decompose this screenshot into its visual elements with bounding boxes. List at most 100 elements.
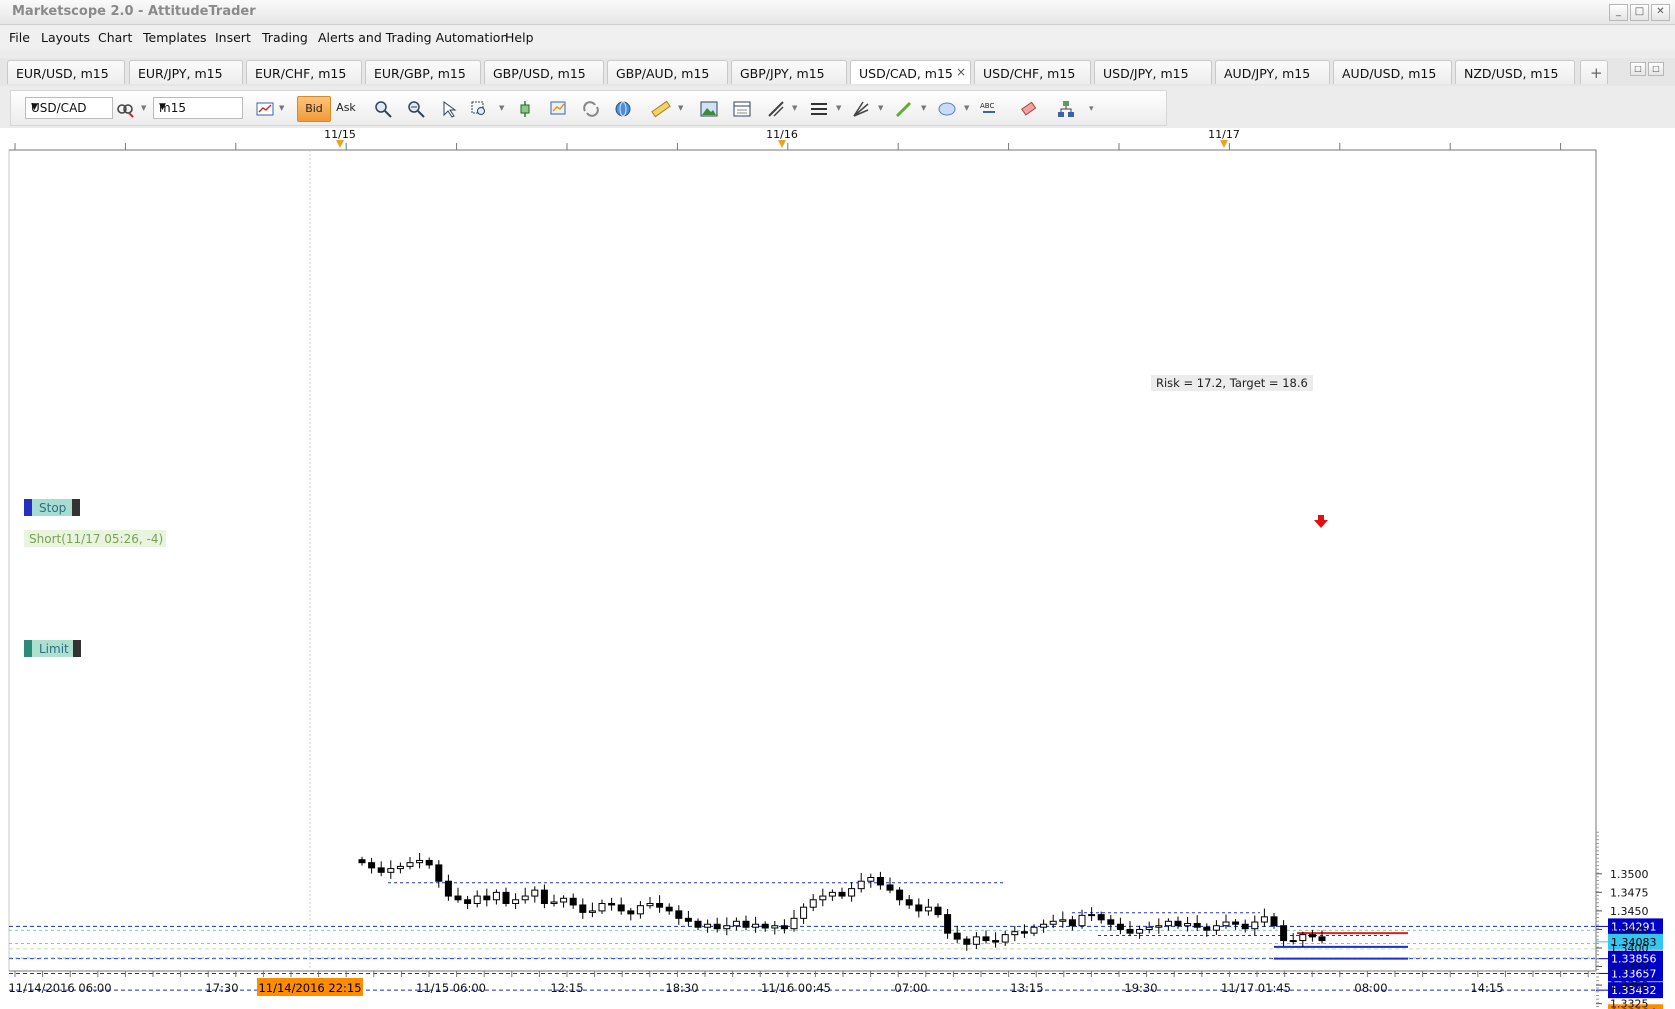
- tab-gbpusd[interactable]: GBP/USD, m15: [484, 60, 604, 84]
- tab-eurgbp[interactable]: EUR/GBP, m15: [365, 60, 481, 84]
- position-label[interactable]: Short(11/17 05:26, -4): [24, 530, 166, 547]
- candle-body: [675, 910, 683, 919]
- candle-body: [396, 865, 404, 870]
- limit-order-label[interactable]: Limit: [24, 640, 81, 657]
- dropdown-arrow-icon[interactable]: ▼: [499, 104, 504, 112]
- candle-body: [848, 888, 856, 897]
- ellipse-icon[interactable]: [937, 99, 957, 119]
- indicators-icon[interactable]: [515, 99, 535, 119]
- stop-label-text: Stop: [39, 501, 66, 515]
- candle-body: [550, 901, 558, 904]
- menu-insert[interactable]: Insert: [215, 30, 251, 45]
- dropdown-arrow-icon[interactable]: ▼: [792, 104, 797, 112]
- timeframe-select[interactable]: m15 ▼: [153, 97, 243, 119]
- menu-help[interactable]: Help: [505, 30, 534, 45]
- lines-icon[interactable]: [809, 99, 829, 119]
- ruler-icon[interactable]: [651, 99, 671, 119]
- candle-body: [857, 880, 865, 890]
- x-tick-label: 19:30: [1124, 981, 1157, 995]
- maximize-button[interactable]: □: [1630, 4, 1649, 21]
- candle-body: [1299, 934, 1307, 942]
- tab-gbpjpy[interactable]: GBP/JPY, m15: [731, 60, 847, 84]
- add-tab-button[interactable]: +: [1580, 60, 1608, 84]
- stop-label-handle[interactable]: [24, 499, 32, 516]
- tab-label: EUR/USD, m15: [16, 66, 109, 81]
- price-chart[interactable]: 11/15 11/16 11/17 1.34291 1.34083 1.33856 1…: [0, 128, 1675, 1009]
- text-icon[interactable]: ABC: [979, 99, 999, 119]
- candle-body: [1164, 920, 1172, 927]
- date-marker-arrow-icon: [1220, 140, 1228, 148]
- image-icon[interactable]: [699, 99, 719, 119]
- zoom-out-icon[interactable]: [406, 99, 426, 119]
- stop-label-grip[interactable]: [72, 499, 80, 516]
- ask-button[interactable]: Ask: [329, 96, 363, 122]
- tab-audusd[interactable]: AUD/USD, m15: [1333, 60, 1452, 84]
- menu-trading[interactable]: Trading: [262, 30, 308, 45]
- maximize-chart-button[interactable]: □: [1648, 62, 1664, 76]
- y-tick-label: 1.3350: [1610, 979, 1649, 992]
- globe-icon[interactable]: [613, 99, 633, 119]
- dropdown-arrow-icon[interactable]: ▼: [836, 104, 841, 112]
- stop-order-label[interactable]: Stop: [24, 499, 80, 516]
- candle-body: [790, 917, 798, 930]
- candle-body: [1088, 914, 1096, 917]
- tab-eurchf[interactable]: EUR/CHF, m15: [246, 60, 362, 84]
- restore-chart-button[interactable]: □: [1630, 62, 1646, 76]
- candle-body: [876, 877, 884, 886]
- dropdown-arrow-icon[interactable]: ▼: [964, 104, 969, 112]
- chart-type-icon[interactable]: [255, 99, 275, 119]
- candle-body: [1001, 934, 1009, 943]
- x-tick-label: 14:15: [1470, 981, 1503, 995]
- zoom-area-icon[interactable]: [470, 99, 490, 119]
- close-button[interactable]: ✕: [1651, 4, 1670, 21]
- limit-label-handle[interactable]: [24, 640, 32, 657]
- dropdown-arrow-icon[interactable]: ▼: [279, 104, 284, 112]
- tab-usdcad[interactable]: USD/CAD, m15 ×: [850, 60, 971, 84]
- dropdown-arrow-icon[interactable]: ▼: [141, 104, 146, 112]
- tab-nzdusd[interactable]: NZD/USD, m15: [1455, 60, 1575, 84]
- tab-eurusd[interactable]: EUR/USD, m15: [7, 60, 125, 84]
- zoom-in-icon[interactable]: [373, 99, 393, 119]
- fibonacci-icon[interactable]: [851, 99, 871, 119]
- link-icon[interactable]: [581, 99, 601, 119]
- dropdown-arrow-icon[interactable]: ▼: [678, 104, 683, 112]
- tab-eurjpy[interactable]: EUR/JPY, m15: [129, 60, 243, 84]
- candle-body: [588, 910, 596, 913]
- candle-body: [924, 906, 932, 912]
- menu-layouts[interactable]: Layouts: [41, 30, 90, 45]
- dropdown-arrow-icon[interactable]: ▼: [878, 104, 883, 112]
- chart-canvas[interactable]: 11/15 11/16 11/17 1.342911.340831.338561…: [0, 128, 1675, 1009]
- close-tab-icon[interactable]: ×: [956, 65, 966, 79]
- eraser-icon[interactable]: [1019, 99, 1039, 119]
- bid-button[interactable]: Bid: [297, 96, 331, 122]
- instrument-select[interactable]: USD/CAD ▼: [25, 97, 113, 119]
- menu-file[interactable]: File: [9, 30, 30, 45]
- link-symbols-icon[interactable]: [115, 99, 135, 119]
- menu-chart[interactable]: Chart: [98, 30, 132, 45]
- tab-gbpaud[interactable]: GBP/AUD, m15: [607, 60, 728, 84]
- menu-alerts[interactable]: Alerts and Trading Automation: [318, 30, 508, 45]
- dropdown-arrow-icon[interactable]: ▼: [921, 104, 926, 112]
- tab-usdchf[interactable]: USD/CHF, m15: [974, 60, 1091, 84]
- tab-label: USD/CHF, m15: [983, 66, 1076, 81]
- minimize-button[interactable]: _: [1609, 4, 1628, 21]
- tools-icon[interactable]: [766, 99, 786, 119]
- template-icon[interactable]: [732, 99, 752, 119]
- toolbar-overflow-icon[interactable]: ▾: [1089, 104, 1094, 114]
- tab-usdjpy[interactable]: USD/JPY, m15: [1094, 60, 1212, 84]
- candle-body: [531, 889, 539, 897]
- candle-body: [828, 891, 836, 897]
- hierarchy-icon[interactable]: [1056, 99, 1076, 119]
- properties-icon[interactable]: [548, 99, 568, 119]
- pen-icon[interactable]: [894, 99, 914, 119]
- candle-body: [1126, 928, 1134, 934]
- cursor-icon[interactable]: [439, 99, 459, 119]
- candle-body: [1232, 921, 1240, 925]
- x-tick-label: 11/14/2016 06:00: [8, 981, 111, 995]
- tab-audjpy[interactable]: AUD/JPY, m15: [1215, 60, 1330, 84]
- menu-templates[interactable]: Templates: [143, 30, 207, 45]
- limit-label-grip[interactable]: [73, 640, 81, 657]
- candle-body: [608, 902, 616, 906]
- x-tick-label: 12:15: [550, 981, 583, 995]
- plus-icon: +: [1590, 64, 1603, 82]
